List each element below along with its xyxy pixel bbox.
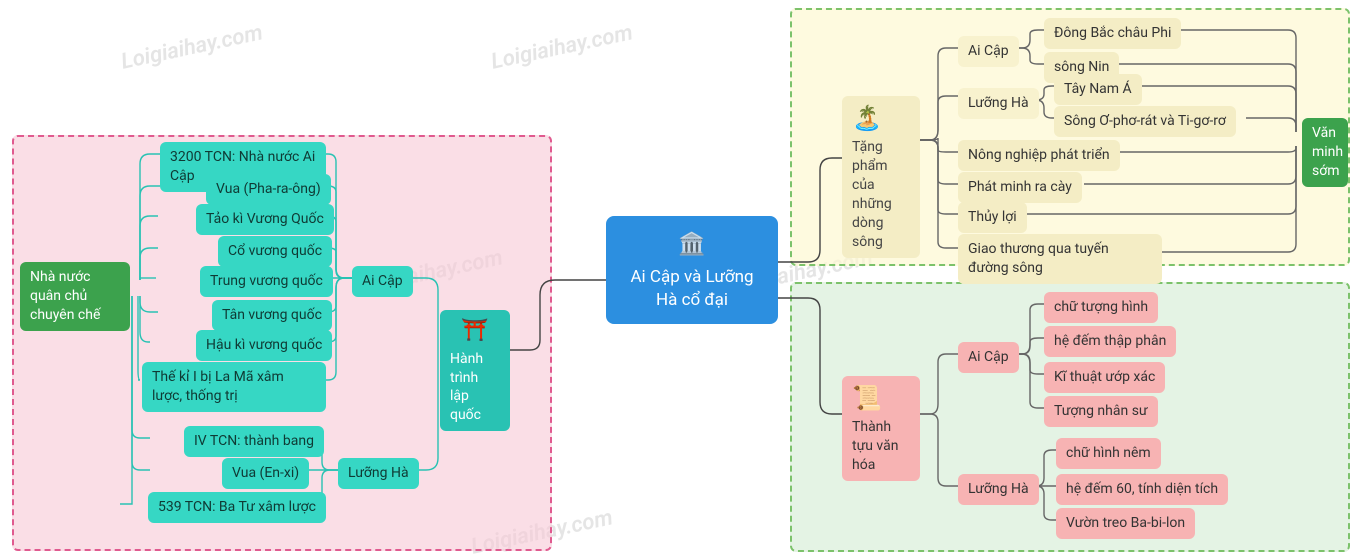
left-luongha-item-0: IV TCN: thành bang [184, 426, 324, 457]
bottomright-hub-label: Thành tựu văn hóa [852, 419, 898, 473]
left-aicap-item-3: Cổ vương quốc [218, 236, 332, 267]
left-luongha-item-1: Vua (En-xi) [222, 458, 309, 489]
tr-luongha-item-0: Tây Nam Á [1054, 74, 1142, 105]
br-aicap-item-2: Kĩ thuật ướp xác [1044, 362, 1165, 393]
scroll-icon: 📜 [852, 382, 910, 414]
left-branch-luongha: Lưỡng Hà [338, 458, 419, 489]
tr-luongha-item-1: Sông Ơ-phơ-rát và Ti-gơ-rơ [1054, 106, 1236, 137]
tr-other-3: Giao thương qua tuyến đường sông [958, 234, 1162, 284]
left-aicap-item-2: Tảo kì Vương Quốc [196, 204, 334, 235]
arch-icon: ⛩️ [450, 316, 500, 346]
tr-branch-luongha: Lưỡng Hà [958, 88, 1039, 119]
civ-early: Văn minh sớm [1302, 118, 1348, 187]
left-luongha-item-2: 539 TCN: Ba Tư xâm lược [148, 492, 326, 523]
tr-other-0: Nông nghiệp phát triển [958, 140, 1120, 171]
left-aicap-item-7: Thế kỉ I bị La Mã xâm lược, thống trị [142, 362, 326, 412]
tr-aicap-item-0: Đông Bắc châu Phi [1044, 18, 1181, 49]
left-hub: ⛩️ Hành trình lập quốc [440, 310, 510, 431]
left-aicap-item-4: Trung vương quốc [200, 266, 333, 297]
watermark: Loigiaihay.com [489, 20, 635, 74]
left-branch-aicap: Ai Cập [352, 266, 413, 297]
topright-hub: 🏝️ Tặng phẩm của những dòng sông [842, 96, 920, 258]
palm-icon: 🏝️ [852, 102, 910, 134]
br-branch-aicap: Ai Cập [958, 342, 1019, 373]
left-hub-label: Hành trình lập quốc [450, 351, 483, 424]
state-type: Nhà nước quân chủ chuyên chế [20, 262, 130, 331]
state-type-label: Nhà nước quân chủ chuyên chế [30, 269, 100, 323]
br-luongha-item-1: hệ đếm 60, tính diện tích [1056, 474, 1228, 505]
br-aicap-item-1: hệ đếm thập phân [1044, 326, 1176, 357]
tr-branch-aicap: Ai Cập [958, 36, 1019, 67]
tr-other-1: Phát minh ra cày [958, 172, 1082, 203]
central-topic: 🏛️ Ai Cập và Lưỡng Hà cổ đại [606, 216, 778, 324]
civ-early-label: Văn minh sớm [1312, 125, 1343, 179]
tr-other-2: Thủy lợi [958, 202, 1027, 233]
topright-hub-label: Tặng phẩm của những dòng sông [852, 139, 892, 249]
br-aicap-item-0: chữ tượng hình [1044, 292, 1158, 323]
watermark: Loigiaihay.com [119, 20, 265, 74]
bottomright-hub: 📜 Thành tựu văn hóa [842, 376, 920, 481]
br-branch-luongha: Lưỡng Hà [958, 474, 1039, 505]
br-luongha-item-2: Vườn treo Ba-bi-lon [1056, 508, 1195, 539]
left-aicap-item-5: Tân vương quốc [212, 300, 332, 331]
br-luongha-item-0: chữ hình nêm [1056, 438, 1161, 469]
left-aicap-item-6: Hậu kì vương quốc [196, 330, 332, 361]
br-aicap-item-3: Tượng nhân sư [1044, 396, 1158, 427]
left-aicap-item-1: Vua (Pha-ra-ông) [206, 174, 331, 205]
central-topic-label: Ai Cập và Lưỡng Hà cổ đại [630, 267, 753, 310]
castle-icon: 🏛️ [624, 230, 760, 260]
